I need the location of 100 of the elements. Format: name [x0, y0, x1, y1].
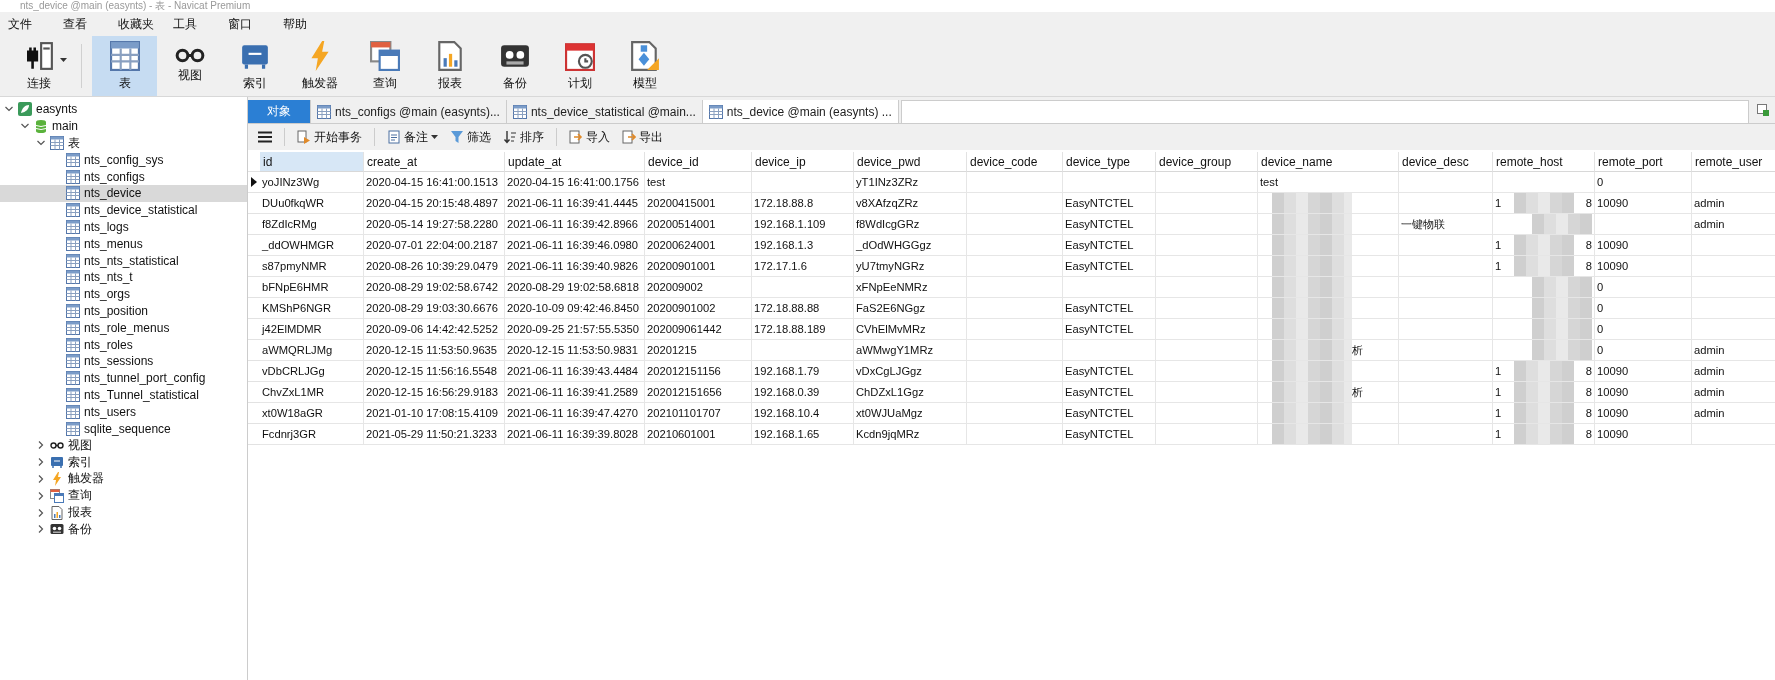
- column-header[interactable]: remote_port: [1595, 152, 1692, 172]
- toolbar-button[interactable]: 模型: [612, 36, 677, 96]
- tree-item[interactable]: 触发器: [0, 470, 247, 488]
- table-cell: xFNpEeNMRz: [854, 277, 967, 298]
- menu-item[interactable]: 帮助: [281, 15, 334, 33]
- tree-item[interactable]: nts_orgs: [0, 285, 247, 303]
- table-cell: admin: [1692, 214, 1775, 235]
- table-cell: s87pmyNMR: [260, 256, 364, 277]
- table-cell: 192.168.1.109: [752, 214, 854, 235]
- tree-item[interactable]: nts_configs: [0, 168, 247, 185]
- menu-item[interactable]: 收藏夹: [116, 15, 169, 33]
- toolbar-button[interactable]: 索引: [222, 36, 287, 96]
- toolbar-button[interactable]: 触发器: [287, 36, 352, 96]
- column-header[interactable]: device_type: [1063, 152, 1156, 172]
- table-cell: 2021-06-11 16:39:39.8028: [505, 424, 645, 445]
- tree-item[interactable]: main: [0, 117, 247, 135]
- tree-item[interactable]: nts_config_sys: [0, 151, 247, 169]
- chevron-right-icon[interactable]: [36, 440, 46, 451]
- tree-item[interactable]: nts_Tunnel_statistical: [0, 386, 247, 404]
- column-header[interactable]: device_group: [1156, 152, 1258, 172]
- table-cell: 10090: [1595, 193, 1692, 214]
- tree-item[interactable]: 索引: [0, 453, 247, 471]
- tree-item[interactable]: nts_role_menus: [0, 319, 247, 337]
- tree-item[interactable]: 报表: [0, 504, 247, 521]
- column-header[interactable]: device_name: [1258, 152, 1399, 172]
- column-header[interactable]: device_pwd: [854, 152, 967, 172]
- table-icon: [66, 320, 80, 335]
- objects-tab[interactable]: 对象: [248, 100, 311, 123]
- tree-item[interactable]: nts_menus: [0, 235, 247, 253]
- table-cell: 2020-04-15 16:41:00.1513: [364, 172, 505, 193]
- grid-icon[interactable]: [1757, 104, 1769, 116]
- table-cell: 202012151156: [645, 361, 752, 382]
- cell-text: 8: [1585, 407, 1592, 419]
- table-icon: [66, 203, 80, 218]
- tree-item[interactable]: 备份: [0, 520, 247, 538]
- column-header[interactable]: remote_host: [1493, 152, 1595, 172]
- toolbar-button[interactable]: 备份: [482, 36, 547, 96]
- table-cell: 10090: [1595, 361, 1692, 382]
- action-button[interactable]: 排序: [499, 126, 548, 148]
- tree-item[interactable]: nts_nts_statistical: [0, 252, 247, 269]
- column-header[interactable]: id: [260, 152, 364, 172]
- tree-item[interactable]: 视图: [0, 436, 247, 454]
- table-cell: 2020-05-14 19:27:58.2280: [364, 214, 505, 235]
- tree-item[interactable]: nts_logs: [0, 218, 247, 236]
- chevron-right-icon[interactable]: [36, 507, 46, 518]
- tree-item[interactable]: nts_position: [0, 302, 247, 320]
- action-button[interactable]: 备注: [383, 126, 442, 148]
- toolbar-button[interactable]: 报表: [417, 36, 482, 96]
- tree-item[interactable]: nts_roles: [0, 336, 247, 353]
- table-cell: 172.18.88.189: [752, 319, 854, 340]
- menu-item[interactable]: 查看: [61, 15, 114, 33]
- menu-item[interactable]: 工具: [171, 15, 224, 33]
- chevron-right-icon[interactable]: [36, 457, 46, 468]
- table-cell: EasyNTCTEL: [1063, 256, 1156, 277]
- tree-item[interactable]: nts_sessions: [0, 352, 247, 370]
- tree-item[interactable]: sqlite_sequence: [0, 420, 247, 437]
- menu-item[interactable]: 窗口: [226, 15, 279, 33]
- column-header[interactable]: device_code: [967, 152, 1063, 172]
- tree-item[interactable]: nts_users: [0, 403, 247, 421]
- table-cell: 20200624001: [645, 235, 752, 256]
- tree-item[interactable]: easynts: [0, 101, 247, 118]
- column-header[interactable]: device_id: [645, 152, 752, 172]
- table-cell: 2020-09-06 14:42:42.5252: [364, 319, 505, 340]
- caret-icon[interactable]: [60, 58, 67, 62]
- column-header[interactable]: device_desc: [1399, 152, 1493, 172]
- glasses-icon: [174, 48, 205, 63]
- filter-icon: [450, 130, 464, 144]
- lightning-icon: [50, 471, 64, 486]
- table-cell: 192.168.0.39: [752, 382, 854, 403]
- tree-item[interactable]: nts_device_statistical: [0, 201, 247, 219]
- action-button[interactable]: 开始事务: [293, 126, 366, 148]
- toolbar-button[interactable]: 视图: [157, 36, 222, 96]
- action-button[interactable]: 导出: [618, 126, 667, 148]
- table-cell: test: [645, 172, 752, 193]
- toolbar-button[interactable]: 计划: [547, 36, 612, 96]
- tree-item[interactable]: nts_nts_t: [0, 268, 247, 286]
- toolbar-button[interactable]: 查询: [352, 36, 417, 96]
- toolbar-button[interactable]: 连接: [6, 36, 71, 96]
- toolbar-button[interactable]: 表: [92, 36, 157, 96]
- chevron-right-icon[interactable]: [36, 490, 46, 501]
- chevron-right-icon[interactable]: [36, 524, 46, 535]
- chevron-right-icon[interactable]: [36, 473, 46, 484]
- tree-item[interactable]: 表: [0, 134, 247, 152]
- tab[interactable]: nts_device @main (easynts) ...: [702, 100, 899, 123]
- table-cell: 2020-12-15 16:56:29.9183: [364, 382, 505, 403]
- tree-item[interactable]: nts_device: [0, 185, 247, 202]
- column-header[interactable]: create_at: [364, 152, 505, 172]
- column-header[interactable]: device_ip: [752, 152, 854, 172]
- column-header[interactable]: update_at: [505, 152, 645, 172]
- tree-item[interactable]: nts_tunnel_port_config: [0, 369, 247, 387]
- action-button[interactable]: 导入: [565, 126, 614, 148]
- table-cell: 172.18.88.8: [752, 193, 854, 214]
- table-cell: 10090: [1595, 403, 1692, 424]
- action-button[interactable]: 筛选: [446, 126, 495, 148]
- table-icon: [66, 236, 80, 251]
- cell-text: 8: [1585, 365, 1592, 377]
- chevron-down-icon[interactable]: [36, 138, 46, 148]
- cell-text: 1: [1495, 428, 1502, 440]
- tree-item[interactable]: 查询: [0, 487, 247, 505]
- menu-item[interactable]: 文件: [6, 15, 59, 33]
